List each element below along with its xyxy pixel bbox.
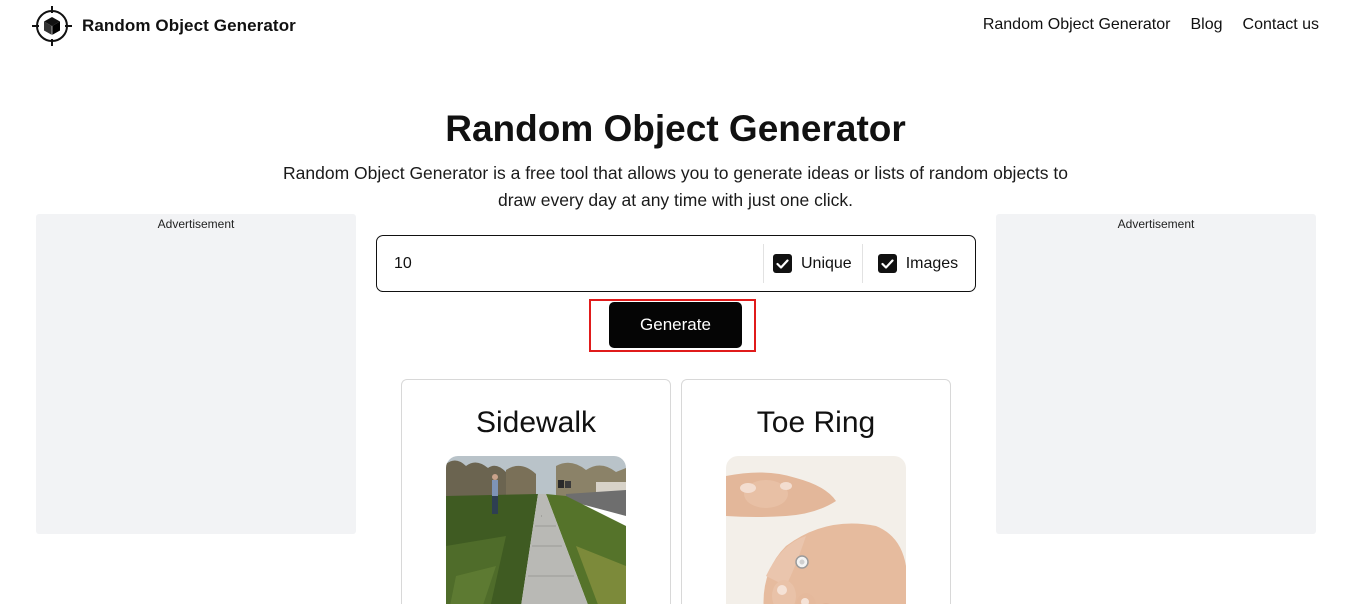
- checkbox-checked-icon: [877, 254, 897, 273]
- count-input[interactable]: [377, 236, 763, 291]
- advertisement-label: Advertisement: [1117, 217, 1195, 231]
- cube-crosshair-icon: [32, 6, 72, 46]
- logo-link[interactable]: Random Object Generator: [32, 6, 296, 46]
- logo-text: Random Object Generator: [82, 16, 296, 35]
- result-card: Sidewalk: [401, 379, 671, 604]
- nav-random-object-generator[interactable]: Random Object Generator: [983, 14, 1171, 36]
- page: Random Object Generator Random Object Ge…: [0, 0, 1347, 604]
- generator-form: Unique Images: [376, 235, 976, 292]
- checkbox-checked-icon: [773, 254, 792, 273]
- images-label: Images: [905, 254, 959, 272]
- result-title: Toe Ring: [756, 406, 876, 439]
- main-nav: Random Object Generator Blog Contact us: [983, 14, 1319, 36]
- site-header: Random Object Generator Random Object Ge…: [0, 0, 1347, 52]
- result-title: Sidewalk: [475, 406, 597, 439]
- unique-label: Unique: [801, 254, 852, 272]
- advertisement-left[interactable]: Advertisement: [36, 214, 356, 534]
- advertisement-label: Advertisement: [157, 217, 235, 231]
- page-title: Random Object Generator: [445, 108, 906, 149]
- result-card: Toe Ring: [681, 379, 951, 604]
- sidewalk-photo: [446, 456, 626, 604]
- nav-blog[interactable]: Blog: [1190, 14, 1222, 36]
- unique-checkbox[interactable]: Unique: [764, 236, 862, 291]
- nav-contact-us[interactable]: Contact us: [1243, 14, 1319, 36]
- page-description: Random Object Generator is a free tool t…: [283, 163, 1068, 210]
- generate-button[interactable]: Generate: [609, 302, 742, 348]
- toe-ring-photo: [726, 456, 906, 604]
- images-checkbox[interactable]: Images: [863, 236, 958, 291]
- advertisement-right[interactable]: Advertisement: [996, 214, 1316, 534]
